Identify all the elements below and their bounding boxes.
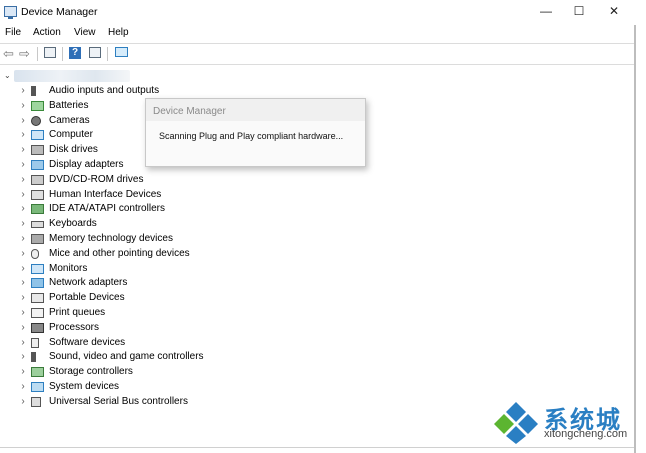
back-arrow-icon[interactable]: ⇦ [3, 47, 14, 60]
storage-controller-icon [31, 367, 44, 378]
window-right-border [634, 25, 636, 453]
toolbar: ⇦ ⇨ ? [0, 43, 634, 65]
tree-node-label: Sound, video and game controllers [49, 351, 204, 363]
expand-chevron-icon[interactable]: › [18, 262, 28, 276]
scan-hardware-monitor-icon[interactable] [115, 47, 128, 57]
tree-node-label: Human Interface Devices [49, 188, 162, 200]
expand-chevron-icon[interactable]: › [18, 336, 28, 350]
expand-chevron-icon[interactable]: › [18, 114, 28, 128]
memory-icon [31, 234, 44, 244]
dvd-drive-icon [31, 174, 44, 185]
processor-icon [31, 322, 44, 333]
menu-help[interactable]: Help [108, 27, 129, 38]
tree-node-label: Computer [49, 129, 93, 141]
menu-action[interactable]: Action [33, 27, 61, 38]
ide-controller-icon [31, 204, 44, 215]
battery-icon [31, 100, 44, 111]
toolbar-separator [37, 47, 38, 61]
tree-node-label: Print queues [49, 307, 106, 318]
forward-arrow-icon[interactable]: ⇨ [19, 47, 30, 60]
scanning-dialog: Device Manager Scanning Plug and Play co… [145, 98, 366, 167]
tree-node-label: DVD/CD-ROM drives [49, 173, 144, 185]
system-device-icon [31, 382, 44, 392]
tree-node-label: Cameras [49, 114, 90, 126]
tree-node-label: Portable Devices [49, 292, 125, 304]
close-button[interactable]: ✕ [596, 2, 632, 20]
toolbar-separator [107, 47, 108, 61]
expand-chevron-icon[interactable]: › [18, 99, 28, 113]
expand-chevron-icon[interactable]: › [18, 128, 28, 142]
watermark-domain-text: xitongcheng.com [544, 428, 628, 440]
properties-icon[interactable] [89, 47, 101, 58]
window-title: Device Manager [21, 6, 98, 18]
tree-node-label: Monitors [49, 262, 88, 274]
expand-chevron-icon[interactable]: › [18, 395, 28, 409]
tree-node-label: Batteries [49, 99, 89, 111]
tree-node-label: Network adapters [49, 277, 128, 289]
tree-node-label: Disk drives [49, 144, 98, 156]
expand-chevron-icon[interactable]: › [18, 232, 28, 246]
portable-device-icon [31, 293, 44, 304]
expand-chevron-icon[interactable]: › [18, 158, 28, 172]
expand-chevron-icon[interactable]: › [18, 365, 28, 379]
software-device-icon [31, 337, 39, 348]
tree-node-label: IDE ATA/ATAPI controllers [49, 203, 165, 215]
expand-chevron-icon[interactable]: › [18, 247, 28, 261]
tree-node-label: Storage controllers [49, 366, 133, 378]
expand-chevron-icon[interactable]: › [18, 143, 28, 157]
usb-icon [31, 396, 41, 407]
help-icon[interactable]: ? [69, 47, 81, 59]
tree-node-label: System devices [49, 381, 120, 392]
show-hide-console-tree-icon[interactable] [44, 47, 56, 58]
sound-controller-icon [31, 352, 44, 363]
expand-chevron-icon[interactable]: › [18, 188, 28, 202]
monitor-icon [31, 263, 44, 274]
expand-chevron-icon[interactable]: › [18, 276, 28, 290]
tree-node-label: Mice and other pointing devices [49, 247, 190, 259]
tree-node-label: Processors [49, 321, 100, 333]
title-bar: Device Manager — ☐ ✕ [0, 0, 646, 24]
watermark: 系统城 xitongcheng.com [492, 396, 642, 450]
hid-icon [31, 189, 44, 200]
camera-icon [31, 115, 41, 126]
xitongcheng-logo-icon [494, 402, 538, 444]
printer-icon [31, 308, 44, 318]
computer-icon [31, 130, 44, 141]
menu-file[interactable]: File [5, 27, 21, 38]
expand-chevron-icon[interactable]: › [18, 173, 28, 187]
dialog-body: Scanning Plug and Play compliant hardwar… [146, 121, 365, 166]
speaker-icon [31, 86, 44, 96]
expand-chevron-icon[interactable]: › [18, 321, 28, 335]
expand-chevron-icon[interactable]: › [18, 380, 28, 394]
blurred-computer-name [14, 70, 130, 82]
dialog-title: Device Manager [153, 106, 226, 117]
mouse-icon [31, 248, 39, 259]
expand-chevron-icon[interactable]: › [18, 217, 28, 231]
tree-node-label: Display adapters [49, 159, 124, 170]
tree-node-label: Audio inputs and outputs [49, 85, 160, 96]
tree-node-label: Software devices [49, 336, 126, 348]
disk-drive-icon [31, 145, 44, 156]
menu-bar: File Action View Help [0, 25, 634, 41]
maximize-button[interactable]: ☐ [561, 2, 597, 20]
tree-node-label: Keyboards [49, 218, 97, 230]
network-adapter-icon [31, 278, 44, 289]
display-adapter-icon [31, 160, 44, 170]
menu-view[interactable]: View [74, 27, 96, 38]
collapse-chevron-icon[interactable]: ⌄ [4, 71, 11, 80]
expand-chevron-icon[interactable]: › [18, 202, 28, 216]
tree-node-label: Universal Serial Bus controllers [49, 395, 188, 407]
minimize-button[interactable]: — [528, 2, 564, 20]
scanning-message: Scanning Plug and Play compliant hardwar… [159, 131, 344, 141]
keyboard-icon [31, 221, 44, 229]
expand-chevron-icon[interactable]: › [18, 350, 28, 364]
toolbar-separator [62, 47, 63, 61]
tree-node-label: Memory technology devices [49, 233, 173, 244]
expand-chevron-icon[interactable]: › [18, 291, 28, 305]
expand-chevron-icon[interactable]: › [18, 306, 28, 320]
expand-chevron-icon[interactable]: › [18, 84, 28, 98]
device-manager-app-icon [4, 6, 17, 19]
